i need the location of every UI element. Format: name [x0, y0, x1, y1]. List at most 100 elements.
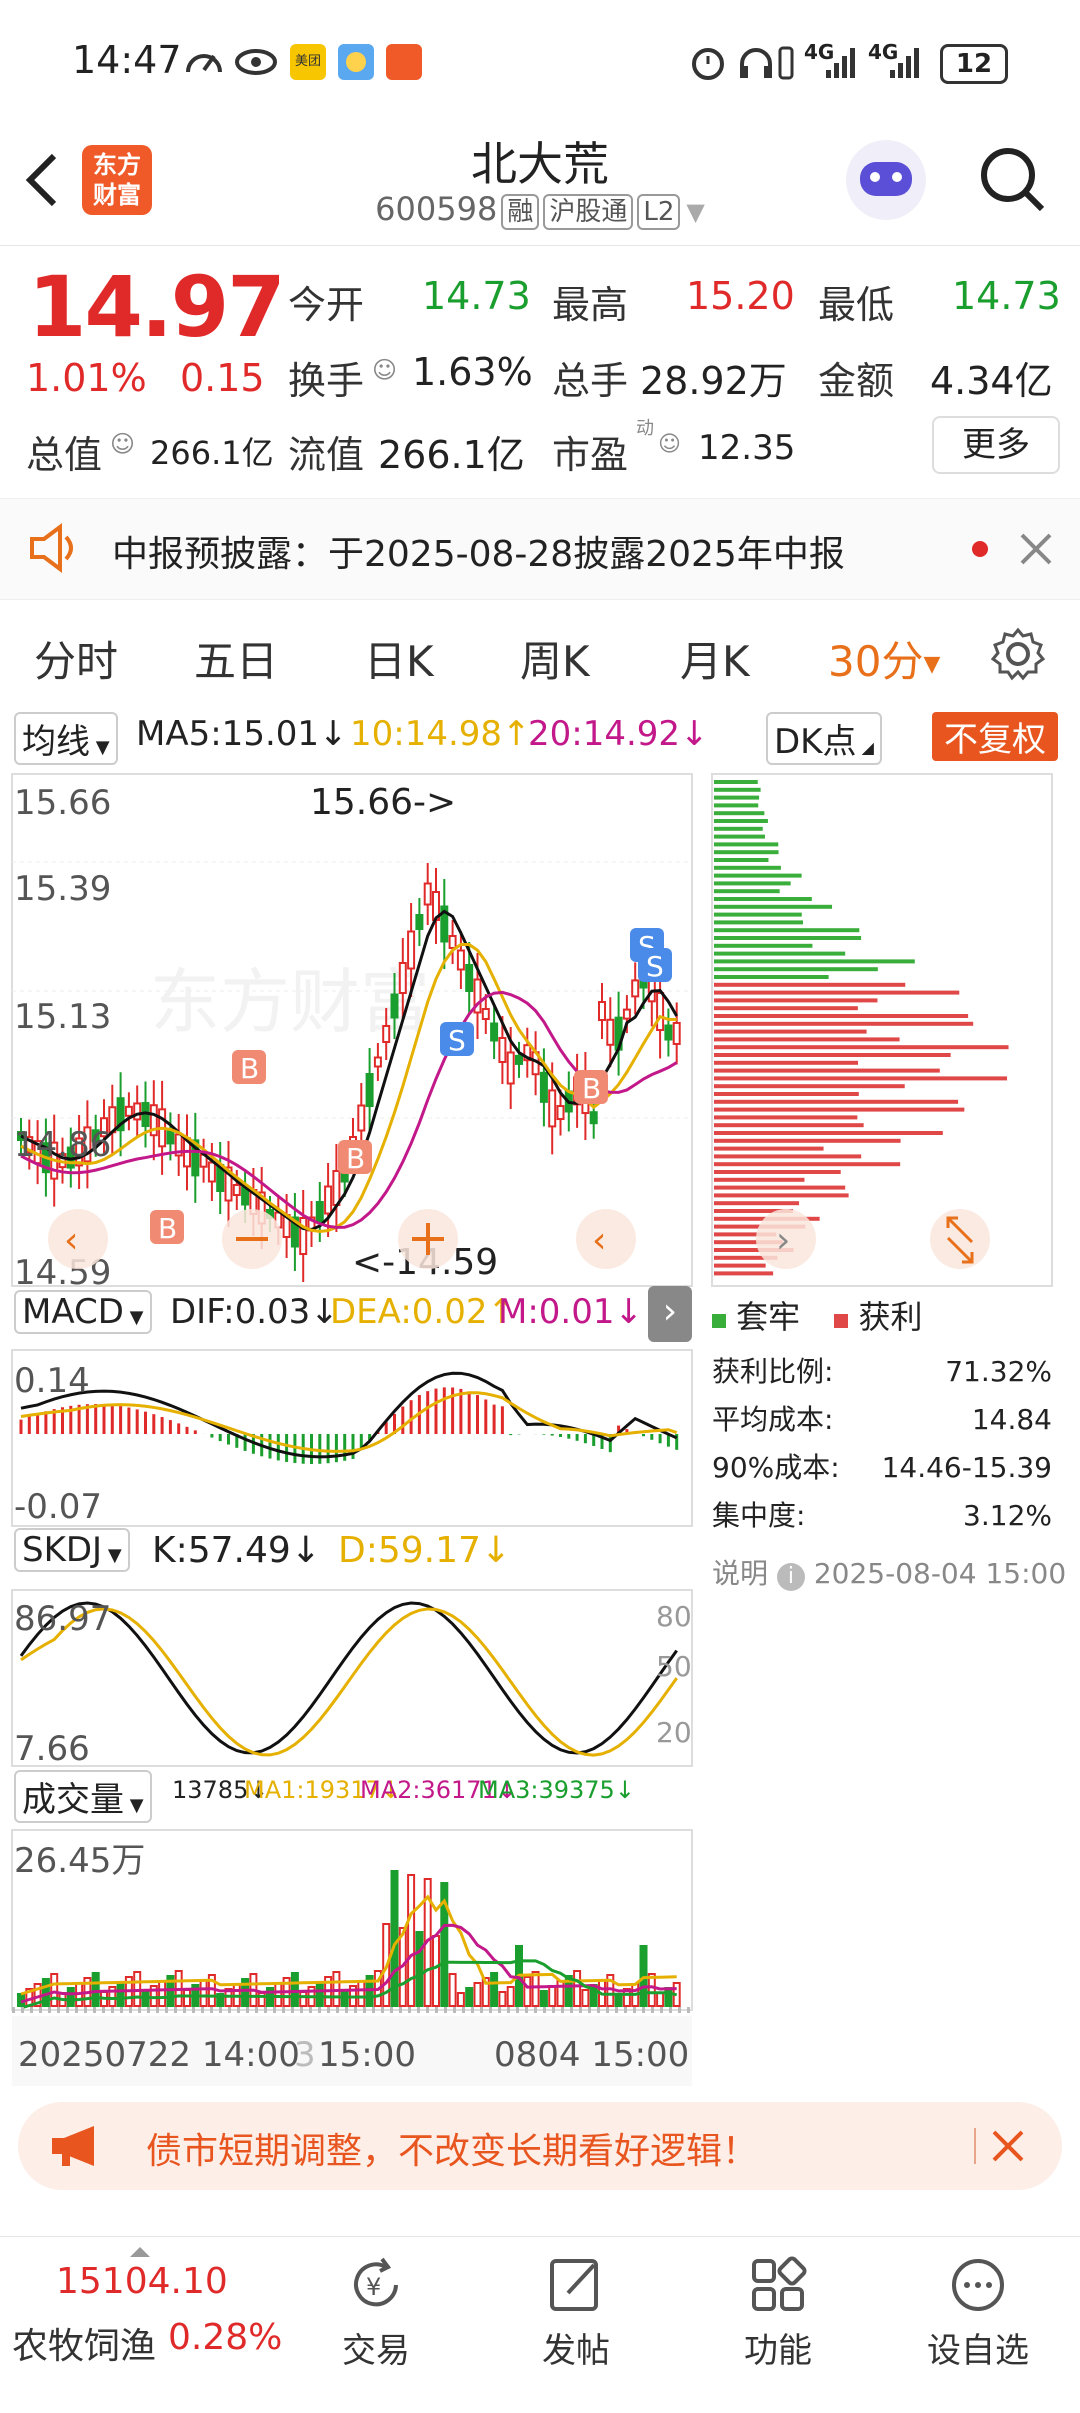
info-icon[interactable]: ☺ — [658, 432, 681, 457]
notice-bar[interactable]: 中报预披露：于2025-08-28披露2025年中报 — [0, 498, 1080, 600]
candle-body — [506, 1051, 515, 1085]
dea-text: DEA:0.02 — [330, 1292, 488, 1332]
chip-bar — [714, 803, 759, 808]
chip-bar — [714, 928, 860, 933]
adjust-button[interactable]: 不复权 — [932, 712, 1058, 761]
chip-bar — [714, 904, 833, 909]
chip-bar — [714, 1045, 1009, 1050]
ad-banner[interactable]: 债市短期调整，不改变长期看好逻辑！ — [18, 2102, 1062, 2190]
volume-bar — [506, 1986, 515, 2007]
chip-bar — [714, 1177, 805, 1182]
skdj-ref-50: 50 — [656, 1650, 692, 1683]
chip-bar — [714, 1092, 859, 1096]
speaker-icon — [30, 523, 73, 573]
amount-value: 4.34亿 — [930, 359, 1053, 403]
robot-assistant-icon[interactable] — [846, 140, 926, 220]
chip-bar — [714, 858, 769, 862]
chip-bar — [714, 1068, 940, 1073]
chip-bar — [714, 912, 802, 917]
volume-bar — [465, 1987, 474, 2007]
tab-intraday[interactable]: 分时 — [34, 628, 118, 689]
dif-value: DIF:0.03↓ — [170, 1292, 339, 1332]
tab-five-day[interactable]: 五日 — [194, 628, 278, 689]
gear-icon[interactable] — [990, 626, 1046, 682]
chip-row-value: 71.32% — [945, 1355, 1052, 1388]
tab-30min[interactable]: 30分▼ — [828, 628, 940, 689]
speed-icon — [186, 54, 222, 73]
dk-selector[interactable]: DK点 ◢ — [766, 712, 882, 765]
y-label-1: 15.66 — [14, 783, 111, 823]
pe-dynamic-mark: 动 — [636, 418, 654, 439]
legend-trap-swatch — [712, 1314, 726, 1328]
vol-ma2-text: MA2:36171 — [360, 1776, 497, 1804]
candle-body — [456, 949, 465, 971]
macd-selector-label: MACD — [22, 1292, 124, 1332]
chip-bar — [714, 865, 781, 870]
tab-weekly-k[interactable]: 周K — [520, 628, 590, 689]
candle-body — [382, 1025, 391, 1043]
volume-bar — [573, 1970, 582, 2007]
ma10-text: 10:14.98 — [350, 714, 503, 754]
chevron-left-icon: ‹ — [592, 1220, 606, 1261]
info-icon[interactable]: ☺ — [372, 356, 397, 384]
candle-body — [598, 1001, 606, 1022]
candle-body — [407, 930, 416, 970]
d-line — [20, 1607, 678, 1757]
k-value: K:57.49↓ — [152, 1530, 321, 1571]
volume-bar — [523, 1976, 532, 2007]
chip-bar — [714, 787, 761, 792]
tab-daily-k[interactable]: 日K — [364, 628, 434, 689]
nav-functions[interactable]: 功能 — [708, 2237, 848, 2372]
search-icon[interactable] — [978, 145, 1048, 215]
d-value: D:59.17↓ — [338, 1530, 512, 1571]
vol-ma3-value: MA3:39375↓ — [478, 1776, 635, 1804]
nav-add-watchlist[interactable]: 设自选 — [908, 2237, 1048, 2372]
low-label: 最低 — [818, 283, 895, 327]
candle-body — [299, 1217, 308, 1255]
chip-row-label: 集中度: — [712, 1499, 806, 1532]
chip-bar — [714, 982, 906, 987]
volume-bar — [548, 1985, 557, 2007]
chip-bar — [714, 1131, 943, 1135]
nav-trade[interactable]: ¥ 交易 — [306, 2237, 446, 2372]
candle-body — [448, 935, 457, 949]
caret-down-icon: ▼ — [124, 1795, 144, 1816]
weather-app-icon — [338, 44, 374, 80]
chip-bar — [714, 834, 765, 839]
chip-bar — [714, 850, 779, 855]
vol-selector[interactable]: 成交量 ▼ — [14, 1770, 152, 1823]
indicator-expand-button[interactable]: › — [648, 1286, 692, 1342]
battery-icon: 12 — [940, 44, 1008, 84]
close-icon[interactable] — [1018, 531, 1054, 567]
nav-post[interactable]: 发帖 — [506, 2237, 646, 2372]
tab-monthly-k[interactable]: 月K — [680, 628, 750, 689]
chip-bar — [714, 897, 812, 901]
sector-index[interactable]: 15104.10 农牧饲渔 0.28% — [0, 2237, 290, 2413]
chip-bars — [714, 780, 1009, 1276]
meituan-app-icon: 美团 — [290, 44, 326, 80]
buy-mark: B — [574, 1070, 608, 1105]
pe-label: 市盈 — [552, 433, 629, 477]
close-icon[interactable] — [990, 2128, 1026, 2164]
volume-bar — [614, 1993, 623, 2007]
status-time: 14:47 — [72, 38, 182, 82]
ma-selector[interactable]: 均线 ▼ — [14, 712, 118, 765]
chip-note[interactable]: 说明 i 2025-08-04 15:00 — [712, 1552, 1066, 1592]
info-icon[interactable]: ☺ — [110, 430, 135, 458]
m-text: M:0.01 — [498, 1292, 615, 1332]
x-label-mid: 15:00 — [318, 2035, 416, 2075]
chart-area[interactable]: 均线 ▼ MA5:15.01↓ 10:14.98↑ 20:14.92↓ DK点 … — [0, 706, 1080, 2086]
info-icon: i — [776, 1563, 805, 1591]
x-label-left: 20250722 14:00 — [18, 2035, 300, 2075]
macd-bars — [19, 1387, 679, 1464]
vibrate-icon — [778, 46, 794, 80]
macd-selector[interactable]: MACD ▼ — [14, 1290, 152, 1334]
chip-bar — [714, 1076, 1008, 1081]
unread-dot — [972, 541, 988, 557]
chip-bar — [714, 1029, 867, 1034]
skdj-selector[interactable]: SKDJ ▼ — [14, 1528, 130, 1572]
chip-bar — [714, 881, 791, 886]
chip-bar — [714, 920, 803, 925]
skdj-y-bottom: 7.66 — [14, 1729, 90, 1769]
more-button[interactable]: 更多 — [932, 416, 1060, 474]
